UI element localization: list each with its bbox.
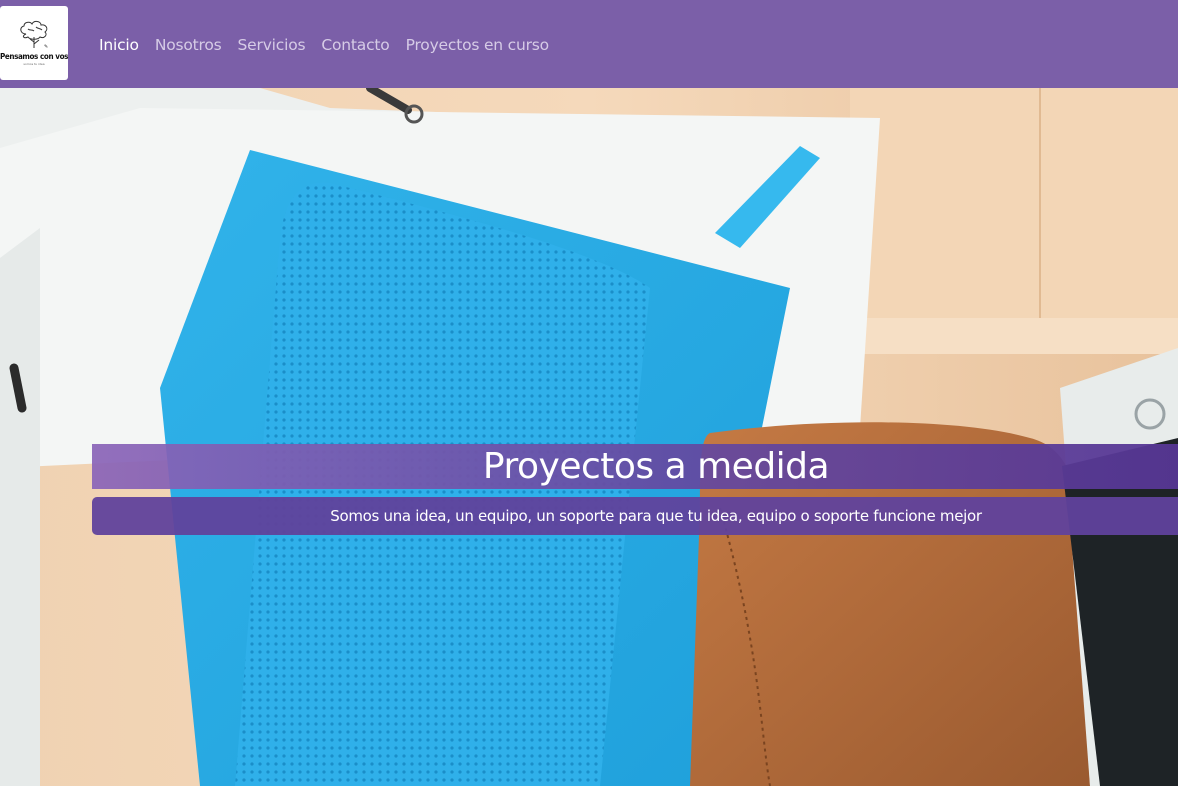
hero-title: Proyectos a medida	[482, 446, 830, 487]
svg-text:✎: ✎	[44, 44, 48, 50]
nav-item-nosotros[interactable]: Nosotros	[155, 36, 222, 54]
tree-brain-icon: ✎	[20, 21, 48, 50]
navbar: ✎ Pensamos con vos somos tu idea Inicio …	[0, 0, 1178, 88]
hero-subtitle-band: Somos una idea, un equipo, un soporte pa…	[92, 497, 1178, 535]
nav-menu: Inicio Nosotros Servicios Contacto Proye…	[99, 0, 565, 88]
hero-subtitle: Somos una idea, un equipo, un soporte pa…	[330, 507, 982, 525]
hero-background-image	[0, 88, 1178, 786]
hero-title-band: Proyectos a medida	[92, 444, 1178, 489]
brand-tagline: somos tu idea	[23, 62, 45, 66]
nav-item-proyectos-en-curso[interactable]: Proyectos en curso	[406, 36, 550, 54]
brand-name: Pensamos con vos	[0, 52, 69, 61]
nav-item-servicios[interactable]: Servicios	[238, 36, 306, 54]
nav-item-contacto[interactable]: Contacto	[321, 36, 389, 54]
nav-item-inicio[interactable]: Inicio	[99, 36, 139, 54]
brand-logo[interactable]: ✎ Pensamos con vos somos tu idea	[0, 6, 68, 80]
hero-section: Proyectos a medida Somos una idea, un eq…	[0, 88, 1178, 786]
